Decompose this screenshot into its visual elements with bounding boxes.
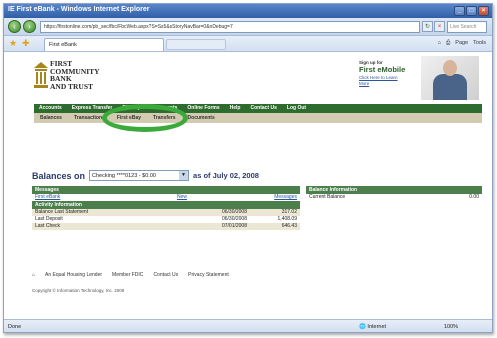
nav-statements[interactable]: Statements bbox=[150, 105, 177, 112]
favorites-star-icon[interactable]: ★ bbox=[9, 39, 17, 48]
nav-log-out[interactable]: Log Out bbox=[287, 105, 306, 112]
back-button[interactable]: ‹ bbox=[8, 20, 21, 33]
forward-button[interactable]: › bbox=[23, 20, 36, 33]
search-input[interactable]: Live Search bbox=[447, 21, 487, 33]
tab-first-ebank[interactable]: First eBank bbox=[44, 38, 164, 51]
account-select[interactable]: Checking ****0123 - $0.00 ▼ bbox=[89, 170, 190, 181]
sub-nav: Balances Transactions First eBay Transfe… bbox=[34, 113, 482, 123]
close-button[interactable]: × bbox=[478, 6, 489, 16]
footer-contact-us[interactable]: Contact Us bbox=[153, 272, 178, 278]
promo-photo bbox=[421, 56, 479, 100]
address-bar[interactable]: https://firstonline.com/pb_sec/fbc/FbcWe… bbox=[40, 21, 420, 33]
emobile-promo: Sign up for First eMobile Click Here to … bbox=[359, 56, 484, 100]
home-icon[interactable]: ⌂ bbox=[438, 40, 441, 47]
subnav-documents[interactable]: Documents bbox=[188, 114, 215, 122]
nav-express-transfer[interactable]: Express Transfer bbox=[72, 105, 113, 112]
footer-privacy[interactable]: Privacy Statement bbox=[188, 272, 229, 278]
activity-row: Last Check 07/01/2008 646.43 bbox=[32, 223, 300, 230]
messages-link[interactable]: Messages bbox=[247, 194, 297, 201]
stop-icon[interactable]: × bbox=[434, 21, 445, 32]
footer-member-fdic[interactable]: Member FDIC bbox=[112, 272, 143, 278]
promo-title: First eMobile bbox=[359, 65, 406, 74]
add-favorite-icon[interactable]: ✚ bbox=[22, 39, 30, 48]
tools-menu[interactable]: Tools bbox=[473, 40, 486, 47]
balances-title: Balances on bbox=[32, 170, 86, 181]
activity-row: Last Deposit 06/30/2008 1,408.09 bbox=[35, 216, 297, 222]
message-from-link[interactable]: First eBank bbox=[35, 194, 177, 201]
balances-header: Balances on Checking ****0123 - $0.00 ▼ … bbox=[32, 170, 259, 181]
page-menu[interactable]: Page bbox=[455, 40, 468, 47]
status-bar: Done 🌐 Internet 100% bbox=[4, 319, 492, 332]
equal-housing-icon: ⌂ bbox=[32, 272, 36, 278]
chevron-down-icon[interactable]: ▼ bbox=[179, 171, 189, 180]
nav-online-forms[interactable]: Online Forms bbox=[187, 105, 219, 112]
activity-header: Activity Information bbox=[32, 201, 300, 209]
print-icon[interactable]: ⎙ bbox=[446, 40, 450, 47]
zoom-level[interactable]: 100% bbox=[444, 324, 458, 330]
nav-accounts[interactable]: Accounts bbox=[39, 105, 62, 112]
balances-date: as of July 02, 2008 bbox=[193, 171, 259, 180]
balance-row: Current Balance 0.00 bbox=[309, 194, 479, 200]
message-subject-link[interactable]: New bbox=[177, 194, 247, 201]
subnav-transactions[interactable]: Transactions bbox=[74, 114, 105, 122]
tab-row: ★ ✚ First eBank ⌂ ⎙ Page Tools bbox=[4, 36, 492, 52]
nav-bill-pay[interactable]: Bill Pay bbox=[122, 105, 140, 112]
tab-title: First eBank bbox=[49, 42, 77, 48]
status-text: Done bbox=[8, 324, 22, 330]
refresh-icon[interactable]: ↻ bbox=[422, 21, 433, 32]
footer-equal-housing[interactable]: An Equal Housing Lender bbox=[45, 272, 102, 278]
activity-row: Balance Last Statement 06/30/2008 317.02 bbox=[32, 209, 300, 216]
nav-contact-us[interactable]: Contact Us bbox=[250, 105, 276, 112]
subnav-transfers[interactable]: Transfers bbox=[153, 114, 176, 122]
copyright: Copyright © Information Technology, Inc.… bbox=[32, 288, 125, 293]
bank-name: FIRST COMMUNITY BANK AND TRUST bbox=[50, 59, 100, 91]
balance-info-panel: Balance Information Current Balance 0.00 bbox=[306, 186, 482, 201]
main-nav: Accounts Express Transfer Bill Pay State… bbox=[34, 104, 482, 113]
message-row: First eBank New Messages bbox=[32, 194, 300, 201]
bank-building-icon bbox=[34, 62, 48, 88]
address-row: ‹ › https://firstonline.com/pb_sec/fbc/F… bbox=[4, 18, 492, 36]
promo-link[interactable]: Click Here to Learn More bbox=[359, 75, 399, 86]
footer-links: ⌂ An Equal Housing Lender Member FDIC Co… bbox=[32, 272, 229, 278]
window-title: IE First eBank - Windows Internet Explor… bbox=[8, 6, 150, 13]
title-bar: IE First eBank - Windows Internet Explor… bbox=[4, 4, 492, 18]
new-tab-button[interactable] bbox=[166, 39, 226, 50]
subnav-first-ebay[interactable]: First eBay bbox=[117, 114, 141, 122]
messages-activity-panel: Messages First eBank New Messages Activi… bbox=[32, 186, 300, 230]
browser-window: IE First eBank - Windows Internet Explor… bbox=[3, 3, 493, 333]
messages-header: Messages bbox=[32, 186, 300, 194]
minimize-button[interactable]: _ bbox=[454, 6, 465, 16]
balance-info-header: Balance Information bbox=[306, 186, 482, 194]
command-bar: ⌂ ⎙ Page Tools bbox=[438, 40, 486, 47]
security-zone: 🌐 Internet bbox=[359, 324, 387, 330]
page-content: FIRST COMMUNITY BANK AND TRUST Sign up f… bbox=[4, 52, 492, 319]
window-controls: _ □ × bbox=[454, 6, 489, 16]
account-select-value: Checking ****0123 - $0.00 bbox=[92, 173, 156, 179]
maximize-button[interactable]: □ bbox=[466, 6, 477, 16]
subnav-balances[interactable]: Balances bbox=[40, 114, 62, 122]
nav-help[interactable]: Help bbox=[230, 105, 241, 112]
